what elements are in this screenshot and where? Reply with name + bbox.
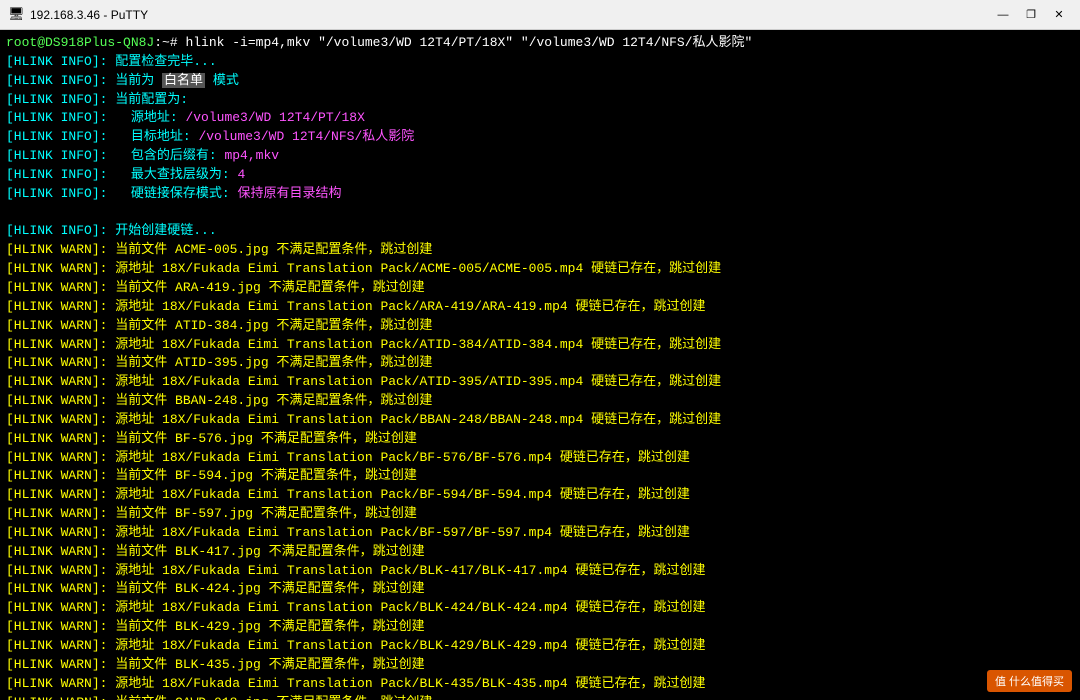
terminal-line: [HLINK WARN]: 源地址 18X/Fukada Eimi Transl… (6, 675, 1074, 694)
terminal-line: [HLINK WARN]: 源地址 18X/Fukada Eimi Transl… (6, 411, 1074, 430)
terminal-line: [HLINK INFO]: 配置检查完毕... (6, 53, 1074, 72)
terminal-line: [HLINK WARN]: 当前文件 ACME-005.jpg 不满足配置条件，… (6, 241, 1074, 260)
terminal-line: [HLINK WARN]: 当前文件 CAWD-018.jpg 不满足配置条件，… (6, 694, 1074, 700)
terminal-line: [HLINK WARN]: 当前文件 BLK-435.jpg 不满足配置条件，跳… (6, 656, 1074, 675)
window-controls: — ❐ ✕ (990, 4, 1072, 26)
terminal-line: [HLINK WARN]: 当前文件 ARA-419.jpg 不满足配置条件，跳… (6, 279, 1074, 298)
terminal-line: [HLINK WARN]: 当前文件 BLK-424.jpg 不满足配置条件，跳… (6, 580, 1074, 599)
terminal-line: [HLINK WARN]: 源地址 18X/Fukada Eimi Transl… (6, 524, 1074, 543)
terminal-line: [HLINK WARN]: 当前文件 ATID-395.jpg 不满足配置条件，… (6, 354, 1074, 373)
terminal-line: [HLINK WARN]: 源地址 18X/Fukada Eimi Transl… (6, 486, 1074, 505)
terminal-line: [HLINK WARN]: 源地址 18X/Fukada Eimi Transl… (6, 449, 1074, 468)
terminal-line: [HLINK WARN]: 源地址 18X/Fukada Eimi Transl… (6, 562, 1074, 581)
terminal-line: [HLINK WARN]: 源地址 18X/Fukada Eimi Transl… (6, 373, 1074, 392)
terminal-line: [HLINK INFO]: 包含的后缀有: mp4,mkv (6, 147, 1074, 166)
terminal-line: [HLINK INFO]: 硬链接保存模式: 保持原有目录结构 (6, 185, 1074, 204)
minimize-button[interactable]: — (990, 4, 1016, 26)
terminal-line: [HLINK WARN]: 源地址 18X/Fukada Eimi Transl… (6, 298, 1074, 317)
close-button[interactable]: ✕ (1046, 4, 1072, 26)
terminal-line: [HLINK WARN]: 当前文件 BBAN-248.jpg 不满足配置条件，… (6, 392, 1074, 411)
terminal-prompt: root@DS918Plus-QN8J:~# hlink -i=mp4,mkv … (6, 34, 1074, 53)
terminal-line: [HLINK WARN]: 当前文件 BF-594.jpg 不满足配置条件，跳过… (6, 467, 1074, 486)
terminal-line: [HLINK INFO]: 当前配置为: (6, 91, 1074, 110)
terminal-line: [HLINK WARN]: 当前文件 BLK-417.jpg 不满足配置条件，跳… (6, 543, 1074, 562)
terminal-line: [HLINK INFO]: 最大查找层级为: 4 (6, 166, 1074, 185)
terminal-line: [HLINK INFO]: 源地址: /volume3/WD 12T4/PT/1… (6, 109, 1074, 128)
terminal-line: [HLINK INFO]: 开始创建硬链... (6, 222, 1074, 241)
terminal-line: [HLINK WARN]: 当前文件 BLK-429.jpg 不满足配置条件，跳… (6, 618, 1074, 637)
terminal-line: [HLINK WARN]: 当前文件 ATID-384.jpg 不满足配置条件，… (6, 317, 1074, 336)
title-bar-left: 🖥 192.168.3.46 - PuTTY (8, 7, 148, 23)
terminal-line: [HLINK WARN]: 源地址 18X/Fukada Eimi Transl… (6, 599, 1074, 618)
terminal-line: [HLINK INFO]: 当前为 白名单 模式 (6, 72, 1074, 91)
title-bar: 🖥 192.168.3.46 - PuTTY — ❐ ✕ (0, 0, 1080, 30)
maximize-button[interactable]: ❐ (1018, 4, 1044, 26)
putty-icon: 🖥 (8, 7, 24, 23)
terminal-line: [HLINK WARN]: 源地址 18X/Fukada Eimi Transl… (6, 637, 1074, 656)
window-title: 192.168.3.46 - PuTTY (30, 8, 148, 22)
terminal-window[interactable]: root@DS918Plus-QN8J:~# hlink -i=mp4,mkv … (0, 30, 1080, 700)
terminal-line: [HLINK WARN]: 当前文件 BF-576.jpg 不满足配置条件，跳过… (6, 430, 1074, 449)
terminal-line: [HLINK WARN]: 源地址 18X/Fukada Eimi Transl… (6, 260, 1074, 279)
terminal-line: [HLINK WARN]: 当前文件 BF-597.jpg 不满足配置条件，跳过… (6, 505, 1074, 524)
terminal-line: [HLINK INFO]: 目标地址: /volume3/WD 12T4/NFS… (6, 128, 1074, 147)
terminal-line: [HLINK WARN]: 源地址 18X/Fukada Eimi Transl… (6, 336, 1074, 355)
terminal-line (6, 204, 1074, 223)
